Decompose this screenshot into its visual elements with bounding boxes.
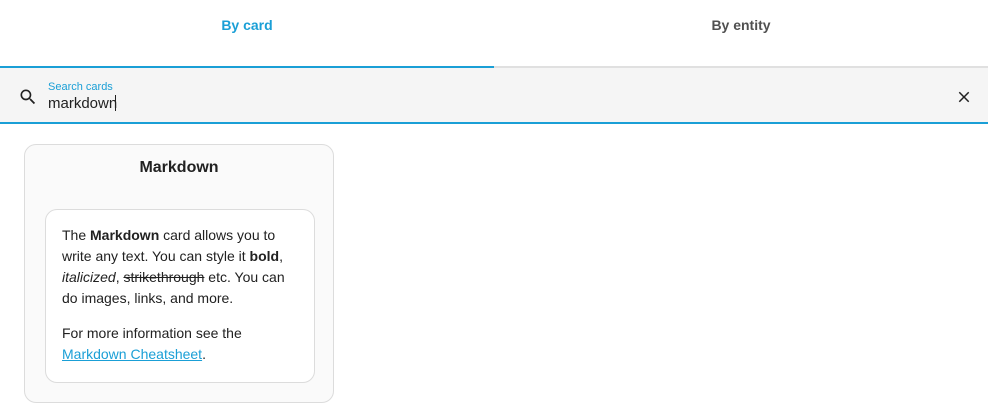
tab-by-card[interactable]: By card <box>0 0 494 68</box>
markdown-card-option[interactable]: Markdown The Markdown card allows you to… <box>24 144 334 403</box>
close-icon[interactable] <box>955 88 973 106</box>
preview-text: . <box>202 346 206 362</box>
tab-by-entity[interactable]: By entity <box>494 0 988 68</box>
preview-text: , <box>279 248 283 264</box>
tab-bar: By card By entity <box>0 0 988 68</box>
text-caret <box>115 95 116 111</box>
search-icon <box>20 89 36 105</box>
preview-bold-text: Markdown <box>90 227 160 243</box>
search-input[interactable] <box>48 93 908 113</box>
preview-strikethrough-text: strikethrough <box>123 269 205 285</box>
tab-by-entity-label: By entity <box>711 17 771 33</box>
preview-bold-text: bold <box>249 248 280 264</box>
preview-text: The <box>62 227 91 243</box>
preview-text: For more information see the <box>62 325 242 341</box>
search-bar: Search cards <box>0 68 988 124</box>
preview-paragraph: For more information see the Markdown Ch… <box>62 323 298 365</box>
preview-italic-text: italicized <box>62 269 116 285</box>
markdown-preview: The Markdown card allows you to write an… <box>45 209 315 383</box>
preview-paragraph: The Markdown card allows you to write an… <box>62 225 298 309</box>
markdown-cheatsheet-link[interactable]: Markdown Cheatsheet <box>62 346 202 362</box>
tab-by-card-label: By card <box>221 17 273 33</box>
search-label: Search cards <box>48 81 113 93</box>
card-title: Markdown <box>139 159 219 176</box>
